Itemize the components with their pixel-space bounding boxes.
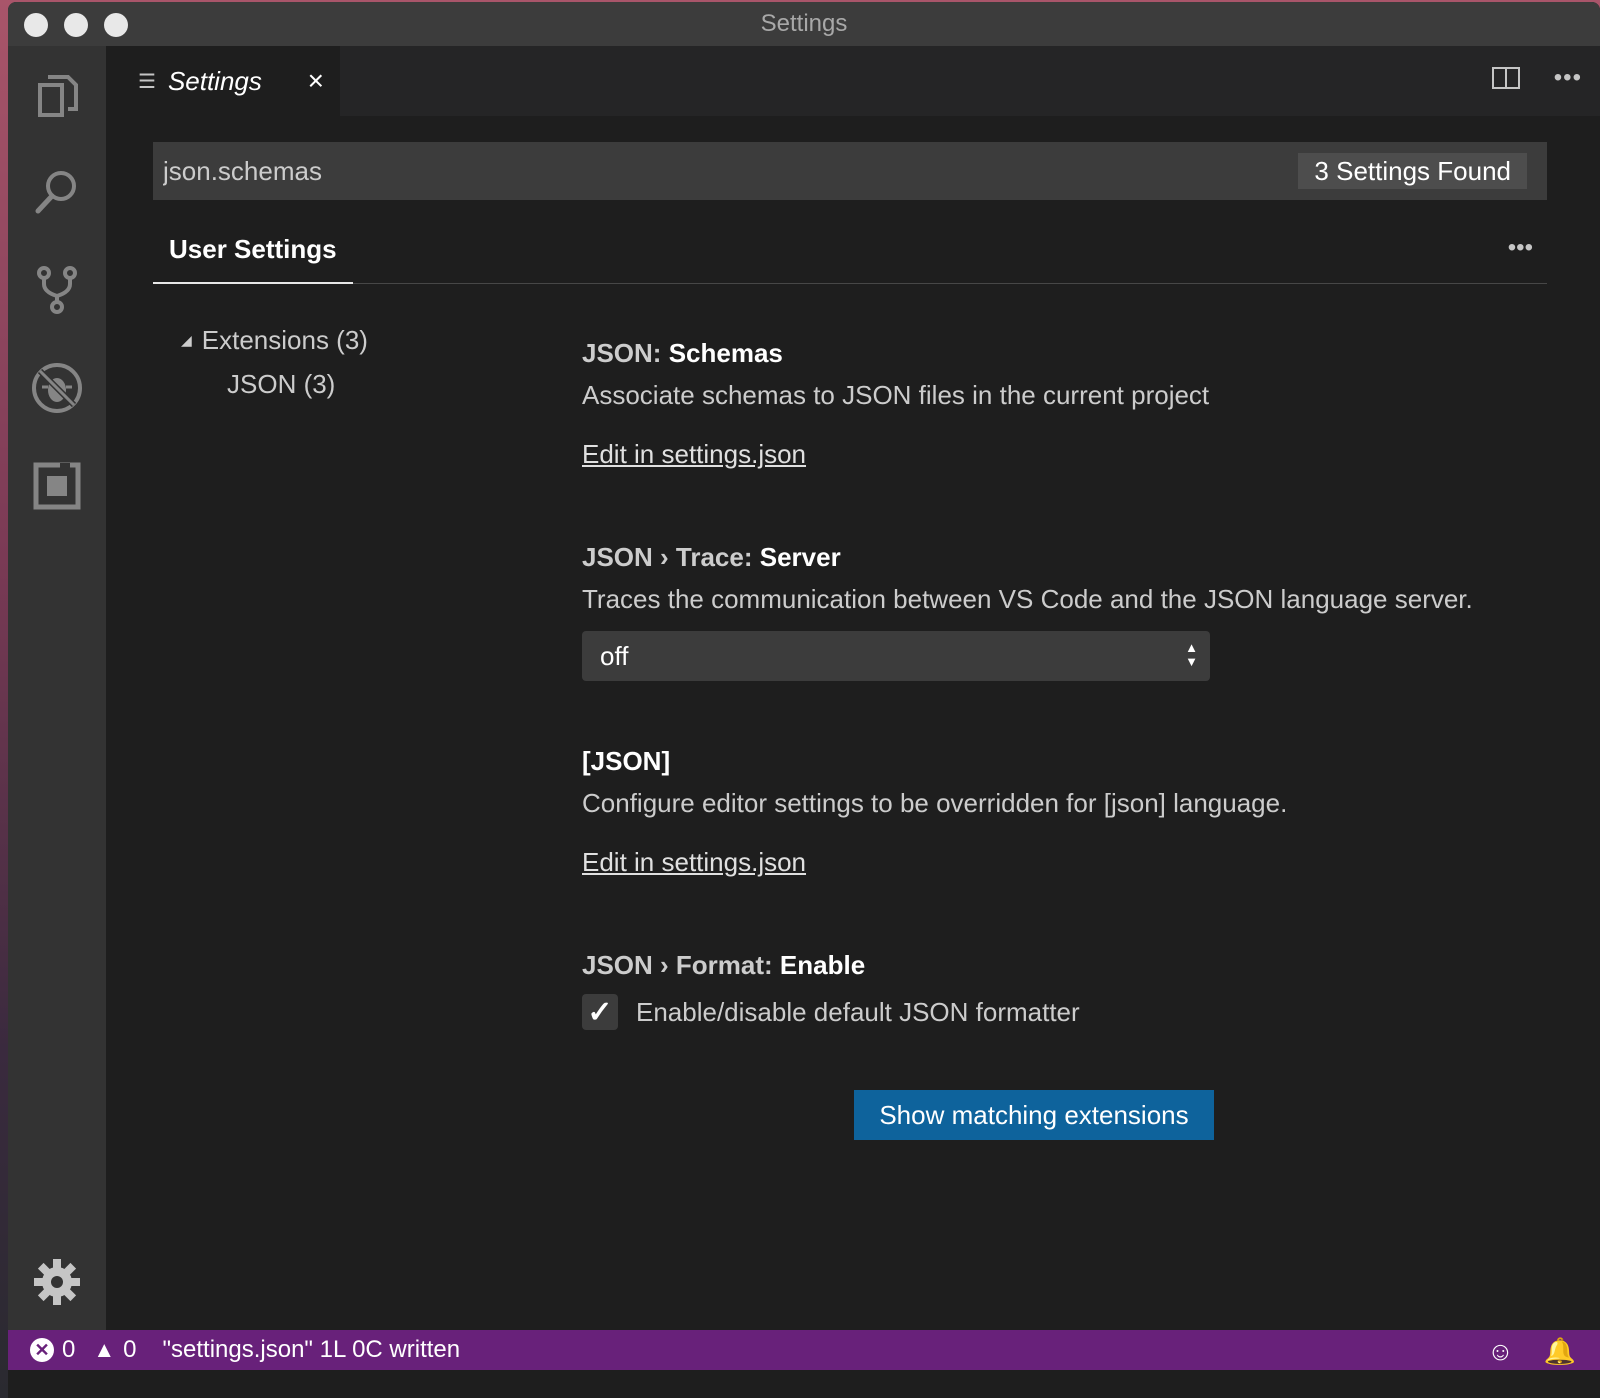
window-title: Settings	[760, 10, 848, 37]
trace-server-select[interactable]: off ▲ ▼	[582, 631, 1210, 681]
debug-icon[interactable]	[27, 358, 87, 418]
status-right-items: ☺ 🔔	[1487, 1336, 1576, 1367]
settings-found-badge: 3 Settings Found	[1298, 153, 1527, 189]
window-controls	[24, 13, 128, 37]
extensions-icon[interactable]	[27, 456, 87, 516]
setting-name: [JSON]	[582, 746, 671, 776]
minimize-window-button[interactable]	[64, 13, 88, 37]
close-window-button[interactable]	[24, 13, 48, 37]
setting-name: Schemas	[668, 338, 783, 368]
editor-actions: •••	[1491, 66, 1582, 90]
show-matching-extensions-button[interactable]: Show matching extensions	[854, 1090, 1214, 1140]
maximize-window-button[interactable]	[104, 13, 128, 37]
status-message: "settings.json" 1L 0C written	[162, 1336, 461, 1363]
edit-in-settings-link[interactable]: Edit in settings.json	[582, 439, 806, 470]
settings-header: User Settings •••	[153, 216, 1547, 284]
warning-count: 0	[123, 1336, 137, 1363]
setting-name: Enable	[779, 950, 866, 980]
search-input[interactable]	[163, 155, 1163, 187]
search-icon[interactable]	[27, 162, 87, 222]
more-actions-icon[interactable]: •••	[1508, 234, 1533, 262]
select-arrows-icon: ▲ ▼	[1185, 640, 1198, 669]
warning-icon: ▲	[93, 1337, 116, 1362]
format-enable-checkbox[interactable]: ✓	[582, 994, 618, 1030]
feedback-smiley-icon[interactable]: ☺	[1487, 1336, 1514, 1367]
notifications-bell-icon[interactable]: 🔔	[1544, 1336, 1576, 1367]
select-value: off	[600, 640, 629, 671]
title-bar: Settings	[8, 2, 1600, 46]
tab-user-settings[interactable]: User Settings	[153, 216, 353, 284]
toc-group-label: Extensions (3)	[201, 324, 368, 355]
files-icon[interactable]	[27, 66, 87, 126]
settings-search: 3 Settings Found	[153, 142, 1547, 200]
error-icon: ✕	[30, 1338, 54, 1362]
more-actions-icon[interactable]: •••	[1554, 66, 1582, 90]
source-control-icon[interactable]	[27, 260, 87, 320]
setting-json-language: [JSON] Configure editor settings to be o…	[582, 746, 1542, 878]
tab-bar: ☰ Settings × •••	[106, 46, 1600, 116]
setting-json-schemas: JSON: Schemas Associate schemas to JSON …	[582, 338, 1542, 470]
editor-area: ☰ Settings × ••• 3 Settings Found User S…	[106, 46, 1600, 1360]
activity-bar	[8, 46, 106, 1360]
setting-title: JSON › Format: Enable	[582, 950, 1542, 986]
edit-in-settings-link[interactable]: Edit in settings.json	[582, 847, 806, 878]
setting-name: Server	[759, 542, 841, 572]
setting-category: JSON › Trace:	[582, 542, 760, 572]
settings-toc: ◢ Extensions (3) JSON (3)	[181, 318, 368, 406]
tab-label: Settings	[167, 65, 262, 96]
checkbox-label: Enable/disable default JSON formatter	[636, 996, 1080, 1027]
setting-category: JSON:	[582, 338, 669, 368]
close-icon[interactable]: ×	[308, 65, 324, 97]
setting-title: JSON: Schemas	[582, 338, 1542, 374]
list-icon: ☰	[138, 70, 156, 93]
setting-description: Traces the communication between VS Code…	[582, 584, 1473, 614]
error-count: 0	[62, 1336, 76, 1363]
toc-item-json[interactable]: JSON (3)	[181, 362, 368, 406]
vscode-window: Settings ☰ Settings × ••• json.schemas 3…	[8, 2, 1600, 1398]
setting-title: [JSON]	[582, 746, 1542, 782]
split-editor-icon[interactable]	[1491, 67, 1520, 89]
setting-title: JSON › Trace: Server	[582, 542, 1542, 578]
checkbox-row: ✓ Enable/disable default JSON formatter	[582, 994, 1542, 1030]
setting-json-trace-server: JSON › Trace: Server Traces the communic…	[582, 542, 1542, 681]
problems-indicator[interactable]: ✕ 0 ▲ 0	[8, 1336, 137, 1364]
tab-settings[interactable]: ☰ Settings ×	[106, 46, 340, 116]
setting-description: Associate schemas to JSON files in the c…	[582, 380, 1210, 410]
status-bar: ✕ 0 ▲ 0 "settings.json" 1L 0C written ☺ …	[8, 1330, 1600, 1370]
setting-description: Configure editor settings to be overridd…	[582, 788, 1288, 818]
setting-json-format-enable: JSON › Format: Enable ✓ Enable/disable d…	[582, 950, 1542, 1030]
gear-icon[interactable]	[27, 1252, 87, 1312]
setting-category: JSON › Format:	[582, 950, 780, 980]
caret-down-icon: ◢	[181, 331, 192, 348]
toc-group-extensions[interactable]: ◢ Extensions (3)	[181, 318, 368, 362]
